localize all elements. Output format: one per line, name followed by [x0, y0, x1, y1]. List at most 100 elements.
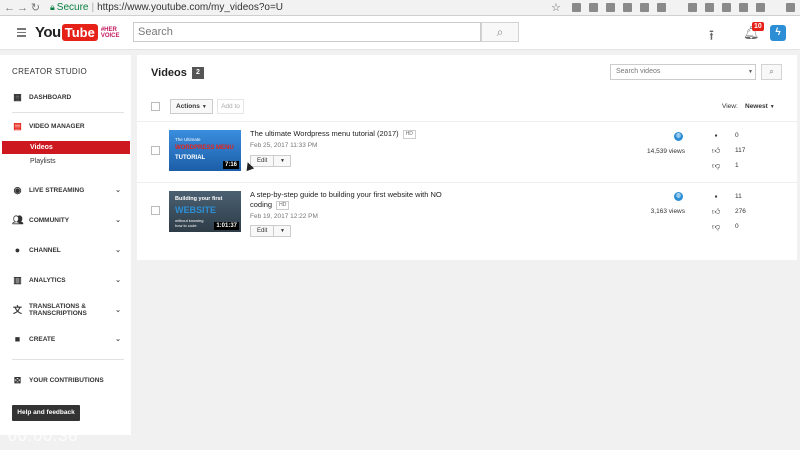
page-title: Videos — [151, 67, 187, 79]
divider — [12, 112, 124, 113]
search-icon: ⌕ — [496, 25, 504, 39]
sidebar-item-label: CREATE — [29, 335, 56, 343]
sidebar-item-video-manager[interactable]: ▤ VIDEO MANAGER — [0, 119, 131, 133]
comment-count: 0 — [735, 132, 739, 139]
comment-count: 11 — [735, 193, 742, 200]
back-icon[interactable]: ← — [3, 2, 16, 14]
add-to-button[interactable]: Add to — [217, 99, 244, 114]
edit-label: Edit — [257, 228, 268, 234]
community-icon: 👥︎ — [12, 214, 24, 225]
sidebar-item-label: ANALYTICS — [29, 276, 66, 284]
label-line-2: TRANSCRIPTIONS — [29, 310, 87, 317]
video-row-checkbox[interactable] — [151, 146, 160, 155]
caret-down-icon[interactable]: ▼ — [748, 69, 753, 75]
view-value: Newest — [745, 103, 768, 110]
sidebar-item-create[interactable]: ■ CREATE ⌄ — [0, 332, 131, 346]
edit-button[interactable]: Edit ▼ — [250, 155, 291, 167]
search-button[interactable]: ⌕ — [481, 22, 519, 42]
live-streaming-icon: ◉ — [13, 184, 22, 195]
video-title-continued: coding — [250, 200, 273, 209]
dislike-count: 1 — [735, 162, 739, 169]
label-line-1: TRANSLATIONS & — [29, 303, 86, 310]
chevron-down-icon: ⌄ — [115, 187, 121, 194]
extension-icon[interactable] — [705, 3, 714, 12]
caret-down-icon[interactable]: ▼ — [280, 156, 285, 166]
thumbs-up-icon: 👍︎ — [711, 207, 721, 216]
caret-down-icon: ▼ — [769, 104, 775, 110]
secure-label: Secure — [56, 2, 89, 13]
sidebar-item-label: DASHBOARD — [29, 93, 72, 101]
sidebar-subitem-playlists[interactable]: Playlists — [2, 155, 130, 168]
video-row-checkbox[interactable] — [151, 206, 160, 215]
sidebar-item-translations[interactable]: 文 TRANSLATIONS & TRANSCRIPTIONS ⌄ — [0, 301, 131, 319]
sidebar-item-channel[interactable]: ● CHANNEL ⌄ — [0, 243, 131, 257]
like-count: 117 — [735, 147, 746, 154]
help-feedback-button[interactable]: Help and feedback — [12, 405, 80, 421]
forward-icon[interactable]: → — [16, 2, 29, 14]
extension-icon[interactable] — [722, 3, 731, 12]
button-split — [273, 226, 274, 236]
select-all-checkbox[interactable] — [151, 102, 160, 111]
chevron-down-icon: ⌄ — [115, 247, 121, 254]
extension-icon[interactable] — [572, 3, 581, 12]
search-input[interactable]: Search — [133, 22, 481, 42]
sidebar-item-label: YOUR CONTRIBUTIONS — [29, 376, 104, 384]
extension-icon[interactable] — [657, 3, 666, 12]
thumbnail-text: WORDPRESS MENU — [175, 145, 234, 151]
divider — [12, 359, 124, 360]
thumbnail-text: without knowing how to code — [175, 218, 204, 228]
edit-button[interactable]: Edit ▼ — [250, 225, 291, 237]
edit-label: Edit — [257, 158, 268, 164]
sidebar-item-live-streaming[interactable]: ◉ LIVE STREAMING ⌄ — [0, 183, 131, 197]
video-thumbnail[interactable]: The Ultimate WORDPRESS MENU TUTORIAL 7:1… — [169, 130, 241, 171]
extension-icon[interactable] — [756, 3, 765, 12]
upload-icon[interactable]: ⭱ — [709, 25, 714, 49]
menu-icon[interactable] — [786, 3, 795, 12]
youtube-logo[interactable]: You Tube #HER VOICE — [35, 24, 123, 41]
sidebar-title: CREATOR STUDIO — [12, 67, 88, 76]
hamburger-menu-icon[interactable] — [17, 28, 26, 37]
logo-brand-text: #HER VOICE — [100, 26, 120, 39]
video-title: The ultimate Wordpress menu tutorial (20… — [250, 129, 399, 138]
chevron-down-icon: ⌄ — [115, 306, 121, 314]
avatar[interactable]: ϟ — [770, 25, 786, 41]
view-sort-dropdown[interactable]: Newest ▼ — [745, 103, 775, 110]
video-title-link[interactable]: The ultimate Wordpress menu tutorial (20… — [250, 129, 416, 139]
youtube-header: You Tube #HER VOICE Search ⌕ ⭱ 🔔︎ 10 ϟ — [0, 16, 800, 50]
notification-badge: 10 — [752, 22, 764, 31]
address-bar[interactable]: https://www.youtube.com/my_videos?o=U — [97, 2, 283, 13]
caret-down-icon[interactable]: ▼ — [280, 226, 285, 236]
video-count-badge: 2 — [192, 67, 204, 79]
lock-icon: 🔒︎ — [50, 2, 55, 12]
video-title-link[interactable]: A step-by-step guide to building your fi… — [250, 190, 442, 210]
comment-icon: ▪ — [714, 192, 718, 201]
extension-icon[interactable] — [640, 3, 649, 12]
sidebar-item-analytics[interactable]: ▥ ANALYTICS ⌄ — [0, 273, 131, 287]
extension-icon[interactable] — [688, 3, 697, 12]
translate-icon: 文 — [12, 304, 22, 315]
url-separator: | — [91, 2, 95, 13]
actions-dropdown[interactable]: Actions ▼ — [170, 99, 213, 114]
search-videos-input[interactable]: Search videos — [610, 64, 756, 80]
extension-icon[interactable] — [623, 3, 632, 12]
search-videos-button[interactable]: ⌕ — [761, 64, 782, 80]
divider — [137, 121, 797, 122]
extension-icon[interactable] — [739, 3, 748, 12]
thumbnail-text: Building your first — [175, 196, 223, 202]
thumbnail-text: WEBSITE — [175, 205, 217, 215]
sidebar-item-dashboard[interactable]: ▦ DASHBOARD — [0, 90, 131, 104]
extension-icon[interactable] — [606, 3, 615, 12]
video-manager-icon: ▤ — [13, 120, 22, 131]
hd-badge: HD — [276, 200, 290, 210]
dislike-count: 0 — [735, 223, 739, 230]
view-label: View: — [722, 103, 738, 110]
extension-icon[interactable] — [589, 3, 598, 12]
video-date: Feb 25, 2017 11:33 PM — [250, 142, 318, 149]
sidebar-item-community[interactable]: 👥︎ COMMUNITY ⌄ — [0, 213, 131, 227]
sidebar-subitem-videos[interactable]: Videos — [2, 141, 130, 154]
bookmark-star-icon[interactable]: ☆ — [551, 1, 561, 14]
reload-icon[interactable]: ↻ — [29, 1, 42, 14]
video-thumbnail[interactable]: Building your first WEBSITE without know… — [169, 191, 241, 232]
sidebar-item-your-contributions[interactable]: ⊠ YOUR CONTRIBUTIONS — [0, 373, 131, 387]
video-title: A step-by-step guide to building your fi… — [250, 190, 442, 199]
